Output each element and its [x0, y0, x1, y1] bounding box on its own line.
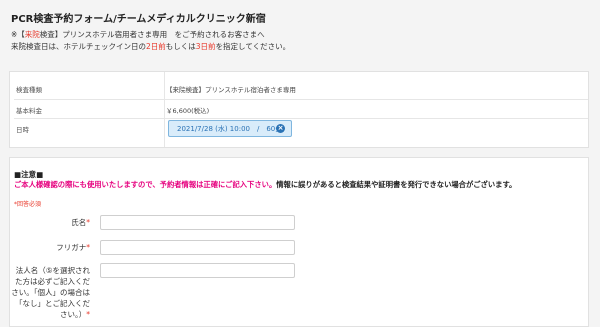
summary-divider: [164, 72, 165, 147]
caution-heading: ■注意■: [14, 170, 44, 179]
notice-highlight: 3日前: [195, 42, 216, 51]
notice-text: を指定してください。: [215, 42, 291, 51]
caution-detail: 情報に誤りがあると検査結果や証明書を発行できない場合がございます。: [276, 180, 517, 189]
summary-value: 【来院検査】プリンスホテル宿泊者さま専用: [166, 86, 296, 94]
caution-text: ご本人様確認の際にも使用いたしますので、予約者情報は正確にご記入下さい。情報に誤…: [14, 180, 516, 190]
notice-text: 来院検査日は、ホテルチェックイン日の: [11, 42, 146, 51]
field-label-text: 氏名: [71, 218, 87, 227]
furigana-input[interactable]: [100, 240, 295, 255]
summary-row-test-type: 検査種類 【来院検査】プリンスホテル宿泊者さま専用: [14, 76, 588, 100]
furigana-label: フリガナ*: [10, 242, 90, 253]
caution-emphasis: ご本人様確認の際にも使用いたしますので、予約者情報は正確にご記入下さい。: [14, 180, 277, 189]
notice-line-2: 来院検査日は、ホテルチェックイン日の2日前もしくは3日前を指定してください。: [11, 41, 290, 52]
notice-highlight: 2日前: [146, 42, 166, 51]
required-mark: *: [86, 218, 90, 227]
name-label: 氏名*: [10, 217, 90, 228]
required-note: *回答必須: [14, 201, 42, 208]
summary-label: 検査種類: [16, 86, 42, 94]
notice-text: もしくは: [165, 42, 196, 51]
required-mark: *: [86, 243, 90, 252]
reservation-form: ■注意■ ご本人様確認の際にも使用いたしますので、予約者情報は正確にご記入下さい…: [9, 157, 589, 327]
summary-value: ￥6,600(税込): [166, 107, 210, 115]
notice-highlight: 来院: [24, 30, 40, 39]
company-name-input[interactable]: [100, 263, 295, 278]
name-input[interactable]: [100, 215, 295, 230]
reservation-summary: 検査種類 【来院検査】プリンスホテル宿泊者さま専用 基本料金 ￥6,600(税込…: [9, 71, 589, 148]
field-label-text: フリガナ: [56, 243, 87, 252]
field-label-text: 法人名（⑤を選択された方は必ずご記入ください。「個人」の場合は「なし」とご記入く…: [11, 266, 90, 319]
company-name-label: 法人名（⑤を選択された方は必ずご記入ください。「個人」の場合は「なし」とご記入く…: [10, 265, 90, 320]
notice-line-1: ※【来院検査】プリンスホテル宿用者さま専用 をご予約されるお客さまへ: [11, 29, 265, 40]
notice-text: 検査】プリンスホテル宿用者さま専用 をご予約されるお客さまへ: [39, 30, 265, 39]
notice-text: ※【: [11, 30, 25, 39]
summary-label: 日時: [16, 126, 29, 134]
page-title: PCR検査予約フォーム/チームメディカルクリニック新宿: [11, 14, 266, 25]
summary-row-base-fee: 基本料金 ￥6,600(税込): [14, 100, 588, 119]
summary-label: 基本料金: [16, 107, 42, 115]
required-mark: *: [86, 310, 90, 319]
selected-datetime-text: 2021/7/28 (水) 10:00 / 60分: [177, 125, 283, 133]
close-icon[interactable]: ×: [276, 124, 285, 133]
reservation-page: PCR検査予約フォーム/チームメディカルクリニック新宿 ※【来院検査】プリンスホ…: [0, 0, 600, 327]
selected-datetime-pill[interactable]: 2021/7/28 (水) 10:00 / 60分 ×: [168, 120, 292, 137]
summary-row-datetime: 日時: [14, 119, 588, 147]
